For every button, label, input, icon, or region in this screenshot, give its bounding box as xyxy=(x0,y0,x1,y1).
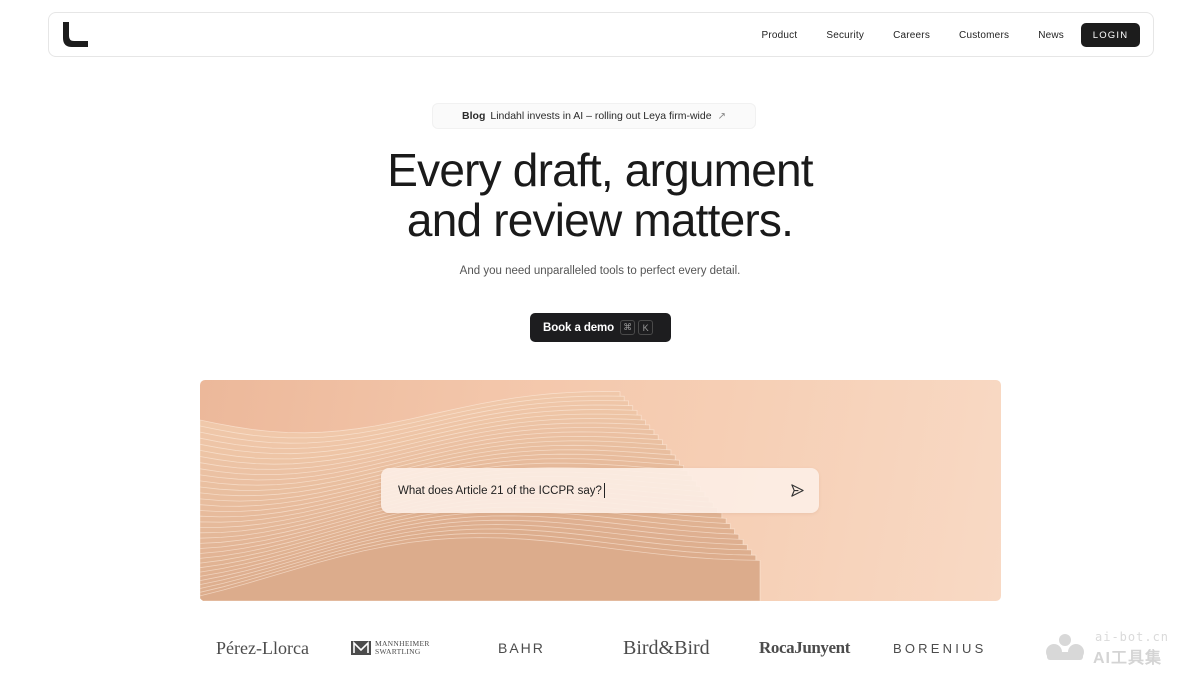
hero-title-line-1: Every draft, argument xyxy=(387,144,813,196)
book-demo-button[interactable]: Book a demo ⌘ K xyxy=(530,313,671,342)
nav-item-news[interactable]: News xyxy=(1038,30,1064,41)
nav-item-careers[interactable]: Careers xyxy=(893,30,930,41)
client-logo-roca-junyent: RocaJunyent xyxy=(759,638,850,657)
nav-item-product[interactable]: Product xyxy=(761,30,797,41)
hero-title-line-2: and review matters. xyxy=(406,194,794,246)
top-navbar: Product Security Careers Customers News … xyxy=(48,12,1154,57)
client-logo-bahr: BAHR xyxy=(498,640,545,656)
blog-announcement-text: Lindahl invests in AI – rolling out Leya… xyxy=(490,110,712,122)
client-logo-line-2: SWARTLING xyxy=(375,647,421,656)
blog-tag: Blog xyxy=(462,110,486,122)
client-logos: Pérez-Llorca MANNHEIMER SWARTLING BAHR B… xyxy=(200,630,1000,666)
blog-announcement-link[interactable]: Blog Lindahl invests in AI – rolling out… xyxy=(432,103,756,129)
watermark-line-1: ai-bot.cn xyxy=(1095,630,1170,644)
send-icon[interactable] xyxy=(790,483,805,498)
mannheimer-mark-icon xyxy=(351,641,371,655)
nav-links: Product Security Careers Customers News … xyxy=(761,23,1140,47)
client-logo-perez-llorca: Pérez-Llorca xyxy=(216,637,309,658)
company-logo-icon[interactable] xyxy=(61,21,89,49)
prompt-input-value: What does Article 21 of the ICCPR say? xyxy=(398,484,602,497)
external-arrow-icon: ↗ xyxy=(717,110,726,122)
nav-item-customers[interactable]: Customers xyxy=(959,30,1009,41)
book-demo-label: Book a demo xyxy=(543,321,615,334)
hero-visual: What does Article 21 of the ICCPR say? xyxy=(200,380,1001,601)
client-logo-mannheimer-swartling: MANNHEIMER SWARTLING xyxy=(351,630,430,666)
watermark-line-2: AI工具集 xyxy=(1093,650,1163,667)
site-watermark: ai-bot.cn AI工具集 xyxy=(1043,630,1183,667)
command-key-icon: ⌘ xyxy=(620,320,636,335)
hero-subtitle: And you need unparalleled tools to perfe… xyxy=(459,265,741,277)
prompt-input[interactable]: What does Article 21 of the ICCPR say? xyxy=(381,468,819,513)
client-logo-bird-and-bird: Bird&Bird xyxy=(623,636,710,659)
k-key-badge: K xyxy=(638,320,654,335)
hero-title: Every draft, argument and review matters… xyxy=(300,145,900,245)
client-logo-borenius: BORENIUS xyxy=(893,640,987,656)
nav-item-security[interactable]: Security xyxy=(826,30,864,41)
watermark-logo-icon xyxy=(1046,634,1084,660)
login-button[interactable]: LOGIN xyxy=(1081,23,1140,47)
text-caret xyxy=(603,483,605,498)
